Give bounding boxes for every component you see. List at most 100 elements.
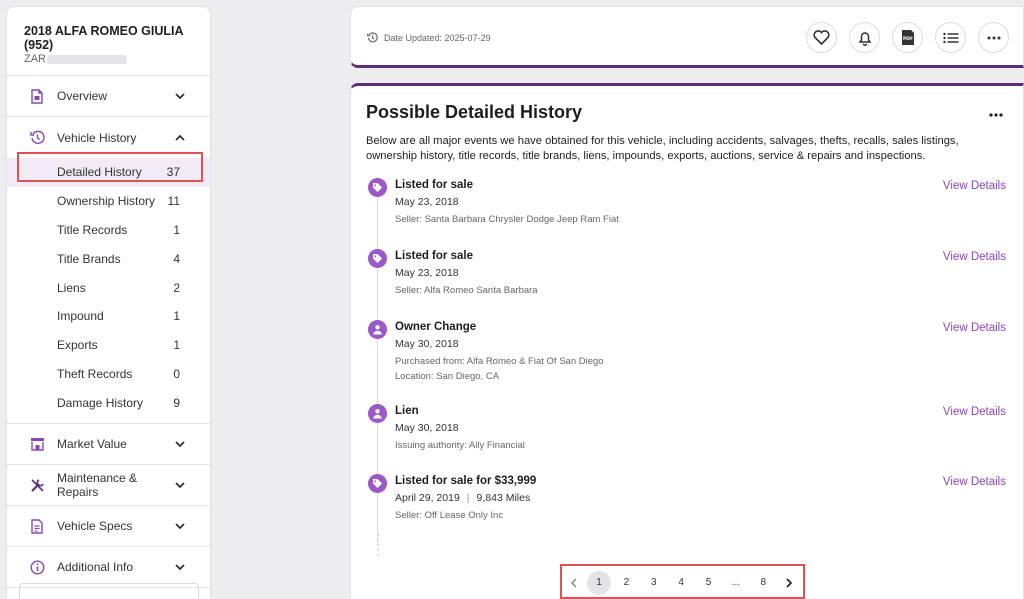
page-button-5[interactable]: 5 [697, 571, 721, 595]
count-badge: 37 [166, 165, 180, 180]
sidebar-item-title-records[interactable]: Title Records 1 [7, 216, 210, 245]
event-date: April 29, 2019 | 9,843 Miles [395, 492, 531, 504]
history-description: Below are all major events we have obtai… [366, 135, 959, 162]
view-details-link[interactable]: View Details [943, 406, 1006, 418]
sidebar-section-maintenance[interactable]: Maintenance & Repairs [7, 465, 210, 507]
sidebar-section-label: Additional Info [57, 560, 134, 575]
event-details: Purchased from: Alfa Romeo & Fiat Of San… [395, 356, 604, 382]
history-event: Listed for sale for $33,999 April 29, 20… [366, 474, 1006, 545]
event-date: May 23, 2018 [395, 196, 459, 208]
date-updated: Date Updated: 2025-07-29 [367, 32, 491, 43]
report-header-card: Date Updated: 2025-07-29 PDF [350, 6, 1024, 68]
more-horizontal-icon [989, 113, 1003, 117]
vehicle-history-sublist: Detailed History 37 Ownership History 11 T… [7, 158, 210, 425]
specs-document-icon [29, 518, 45, 534]
sidebar-item-detailed-history[interactable]: Detailed History 37 [7, 158, 210, 187]
tools-icon [29, 477, 45, 493]
history-icon [367, 32, 378, 43]
sidebar-section-label: Market Value [57, 437, 127, 452]
heart-icon [813, 30, 830, 45]
person-icon [368, 320, 387, 339]
list-view-button[interactable] [935, 22, 966, 53]
chevron-down-icon [175, 564, 185, 571]
prev-page-button[interactable] [564, 571, 584, 595]
notifications-button[interactable] [849, 22, 880, 53]
sidebar-extra-card[interactable] [19, 583, 199, 599]
store-icon [29, 436, 45, 452]
sidebar-item-ownership-history[interactable]: Ownership History 11 [7, 187, 210, 216]
sidebar-item-exports[interactable]: Exports 1 [7, 331, 210, 360]
vin-redacted [47, 54, 127, 64]
history-event: Owner Change May 30, 2018 Purchased from… [366, 320, 1006, 405]
vehicle-header: 2018 ALFA ROMEO GIULIA (952) ZAR [7, 7, 210, 76]
event-type: Listed for sale for $33,999 [395, 475, 537, 487]
sidebar-section-label: Overview [57, 89, 108, 103]
card-more-button[interactable] [989, 104, 1003, 122]
pagination: 1 2 3 4 5 ... 8 [562, 570, 800, 595]
vehicle-title: 2018 ALFA ROMEO GIULIA (952) [24, 24, 184, 52]
count-badge: 4 [173, 251, 180, 266]
favorite-button[interactable] [806, 22, 837, 53]
event-type: Listed for sale [395, 250, 473, 262]
sidebar-section-vehicle-specs[interactable]: Vehicle Specs [7, 506, 210, 548]
event-mileage: 9,843 Miles [476, 492, 531, 504]
sidebar-item-impound[interactable]: Impound 1 [7, 302, 210, 331]
event-details: Seller: Off Lease Only Inc [395, 510, 504, 521]
person-icon [368, 404, 387, 423]
history-event: Listed for sale May 23, 2018 Seller: San… [366, 178, 1006, 248]
history-event: Lien May 30, 2018 Issuing authority: All… [366, 404, 1006, 474]
next-page-button[interactable] [779, 571, 799, 595]
sidebar-item-liens[interactable]: Liens 2 [7, 273, 210, 302]
pdf-download-button[interactable]: PDF [892, 22, 923, 53]
history-icon [29, 130, 45, 146]
count-badge: 11 [167, 194, 180, 209]
event-date: May 30, 2018 [395, 422, 459, 434]
tag-icon [368, 178, 387, 197]
sidebar-item-title-brands[interactable]: Title Brands 4 [7, 244, 210, 273]
list-icon [942, 32, 958, 43]
sidebar-section-label: Maintenance & Repairs [57, 471, 138, 500]
sidebar-item-damage-history[interactable]: Damage History 9 [7, 388, 210, 417]
view-details-link[interactable]: View Details [943, 251, 1006, 263]
page-button-1[interactable]: 1 [587, 570, 612, 595]
svg-text:PDF: PDF [902, 36, 912, 42]
sidebar-section-label: Vehicle Specs [57, 519, 133, 534]
event-details: Issuing authority: Ally Financial [395, 440, 525, 451]
vehicle-vin: ZAR [24, 53, 193, 65]
page-button-4[interactable]: 4 [669, 571, 693, 595]
more-options-button[interactable] [978, 22, 1009, 53]
info-icon [29, 559, 45, 575]
tag-icon [368, 474, 387, 493]
chevron-down-icon [175, 482, 185, 489]
more-horizontal-icon [987, 36, 1000, 39]
sidebar: 2018 ALFA ROMEO GIULIA (952) ZAR Overvie… [6, 6, 211, 599]
vin-prefix: ZAR [24, 53, 46, 65]
detailed-history-card: Possible Detailed History Below are all … [350, 83, 1024, 599]
count-badge: 1 [173, 309, 180, 324]
count-badge: 0 [173, 366, 180, 381]
page-button-2[interactable]: 2 [614, 571, 638, 595]
event-type: Owner Change [395, 321, 477, 333]
sidebar-section-label: Vehicle History [57, 130, 137, 145]
event-date: May 30, 2018 [395, 338, 459, 350]
view-details-link[interactable]: View Details [943, 322, 1006, 334]
event-details: Seller: Alfa Romeo Santa Barbara [395, 285, 538, 296]
sidebar-item-theft-records[interactable]: Theft Records 0 [7, 360, 210, 389]
date-updated-text: Date Updated: 2025-07-29 [384, 32, 491, 43]
chevron-up-icon [175, 134, 185, 141]
count-badge: 9 [173, 395, 180, 410]
event-date: May 23, 2018 [395, 267, 459, 279]
sidebar-section-vehicle-history[interactable]: Vehicle History [7, 117, 210, 158]
count-badge: 1 [173, 338, 180, 353]
view-details-link[interactable]: View Details [943, 476, 1006, 488]
sidebar-section-overview[interactable]: Overview [7, 76, 210, 117]
page-button-8[interactable]: 8 [751, 571, 775, 595]
timeline-continuation [377, 534, 379, 556]
count-badge: 2 [173, 280, 180, 295]
view-details-link[interactable]: View Details [943, 180, 1006, 192]
chevron-down-icon [175, 441, 185, 448]
bell-icon [858, 31, 871, 46]
sidebar-section-market-value[interactable]: Market Value [7, 424, 210, 466]
page-button-3[interactable]: 3 [642, 571, 666, 595]
page-title: Possible Detailed History [366, 102, 583, 122]
